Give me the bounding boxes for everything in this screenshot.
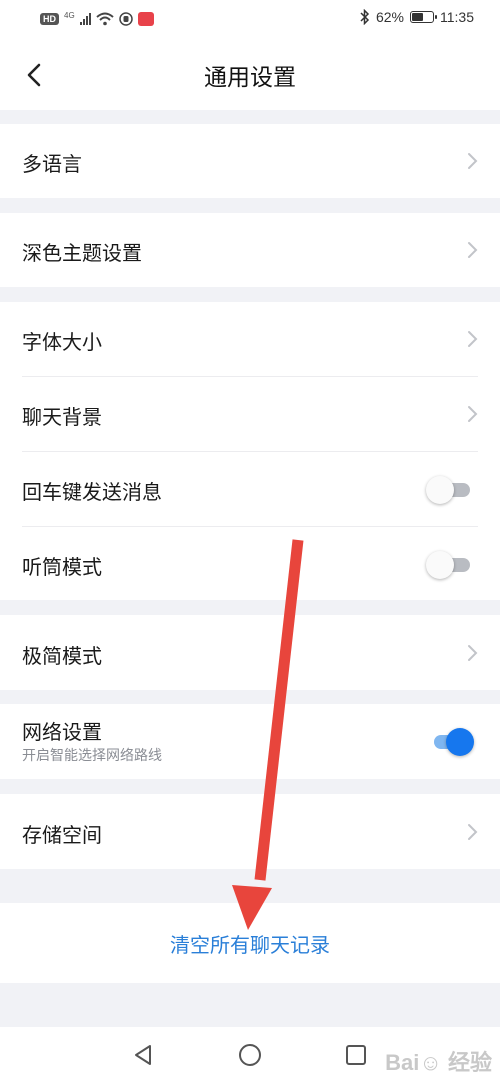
chevron-right-icon	[468, 242, 478, 258]
chevron-right-icon	[468, 153, 478, 169]
nav-recents-icon[interactable]	[345, 1044, 367, 1066]
clear-all-chat-button[interactable]: 清空所有聊天记录	[0, 929, 500, 958]
nav-home-icon[interactable]	[238, 1043, 262, 1067]
chevron-right-icon	[468, 645, 478, 661]
bluetooth-icon	[360, 9, 370, 25]
section-chat: 字体大小 聊天背景 回车键发送消息 听筒模式	[0, 302, 500, 600]
row-sublabel: 开启智能选择网络路线	[22, 748, 162, 764]
settings-row-minimal-mode[interactable]: 极简模式	[0, 615, 500, 690]
row-label: 聊天背景	[22, 405, 102, 429]
row-label: 网络设置	[22, 720, 102, 744]
earpiece-mode-toggle[interactable]	[426, 550, 472, 579]
chevron-right-icon	[468, 331, 478, 347]
row-label: 极简模式	[22, 644, 102, 668]
enter-to-send-toggle[interactable]	[426, 475, 472, 504]
status-left: HD 4G	[40, 10, 154, 28]
status-right: 62% 11:35	[360, 9, 474, 25]
section-minimal: 极简模式	[0, 615, 500, 690]
clock: 11:35	[440, 9, 474, 25]
network-type: 4G	[64, 10, 75, 20]
row-label: 深色主题设置	[22, 241, 142, 265]
network-toggle[interactable]	[428, 727, 474, 756]
watermark-logo: Bai☺ 经验	[385, 1050, 492, 1075]
settings-row-multi-language[interactable]: 多语言	[0, 124, 500, 198]
signal-icon	[79, 13, 91, 25]
settings-row-font-size[interactable]: 字体大小	[0, 302, 500, 376]
hd-badge: HD	[40, 13, 59, 25]
section-language: 多语言	[0, 124, 500, 198]
row-label: 听筒模式	[22, 555, 102, 579]
section-clear-chat: 清空所有聊天记录	[0, 903, 500, 983]
battery-icon	[410, 11, 437, 23]
section-network: 网络设置 开启智能选择网络路线	[0, 704, 500, 779]
settings-row-storage[interactable]: 存储空间	[0, 794, 500, 869]
row-label: 多语言	[22, 152, 82, 176]
app-notification-icon	[137, 12, 154, 26]
section-theme: 深色主题设置	[0, 213, 500, 287]
hand-icon	[118, 12, 133, 26]
page-title: 通用设置	[204, 65, 296, 91]
wifi-icon	[96, 12, 114, 26]
settings-row-chat-background[interactable]: 聊天背景	[0, 377, 500, 451]
section-storage: 存储空间	[0, 794, 500, 869]
settings-row-earpiece-mode: 听筒模式	[0, 527, 500, 600]
settings-row-dark-theme[interactable]: 深色主题设置	[0, 213, 500, 287]
chevron-right-icon	[468, 406, 478, 422]
row-label: 字体大小	[22, 330, 102, 354]
row-label: 存储空间	[22, 823, 102, 847]
chevron-right-icon	[468, 824, 478, 840]
settings-row-network: 网络设置 开启智能选择网络路线	[0, 704, 500, 779]
row-label: 回车键发送消息	[22, 480, 162, 504]
settings-row-enter-to-send: 回车键发送消息	[0, 452, 500, 526]
nav-back-icon[interactable]	[132, 1044, 154, 1066]
battery-percent: 62%	[375, 9, 404, 25]
